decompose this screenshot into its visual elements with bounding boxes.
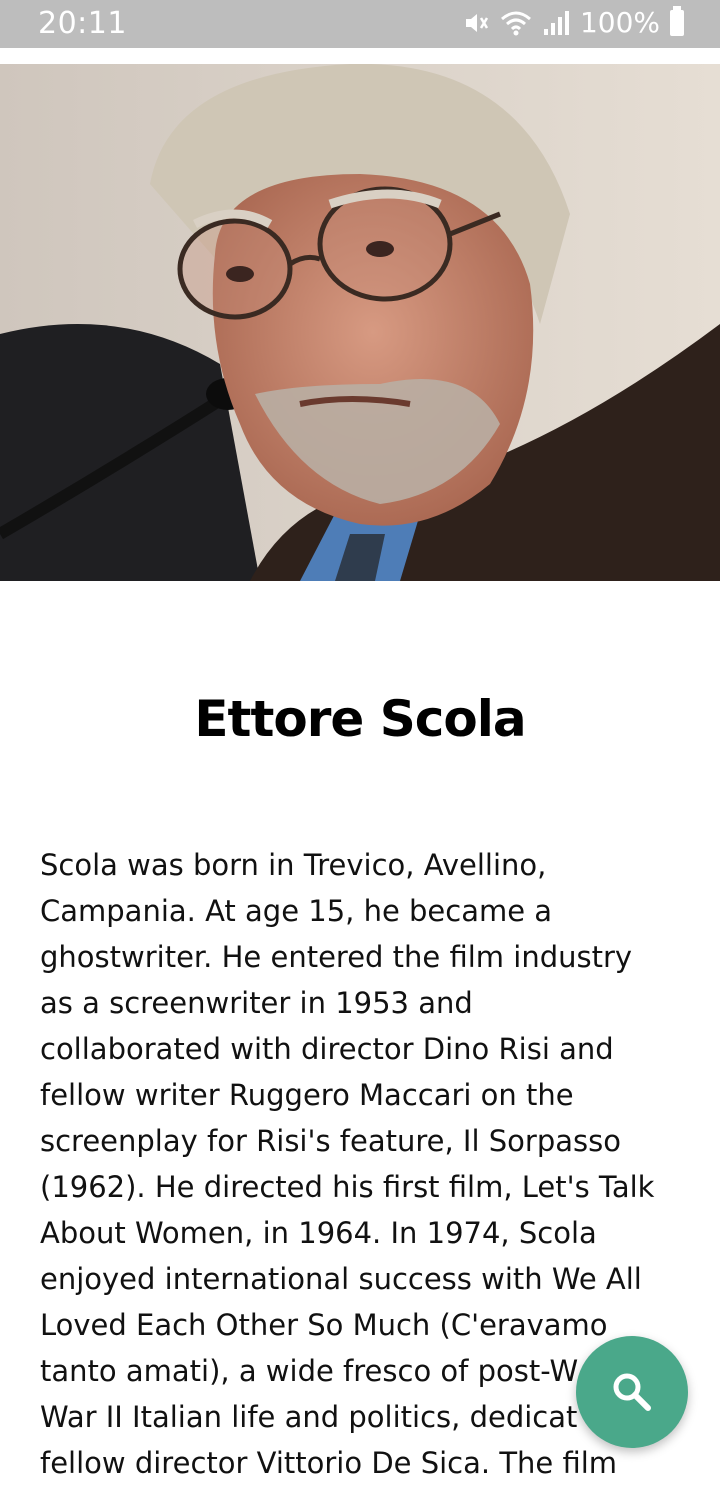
signal-icon [542,9,570,37]
portrait-photo [0,64,720,581]
wifi-icon [500,9,532,37]
battery-percent: 100% [579,6,660,39]
status-icons: 100% [462,5,684,39]
search-icon [613,1373,651,1411]
hero-image [0,64,720,581]
status-bar: 20:11 100% [0,0,720,48]
page-title: Ettore Scola [194,690,526,748]
mute-icon [462,9,490,37]
status-time: 20:11 [38,6,127,41]
battery-icon [670,5,684,36]
search-button[interactable] [576,1336,688,1448]
